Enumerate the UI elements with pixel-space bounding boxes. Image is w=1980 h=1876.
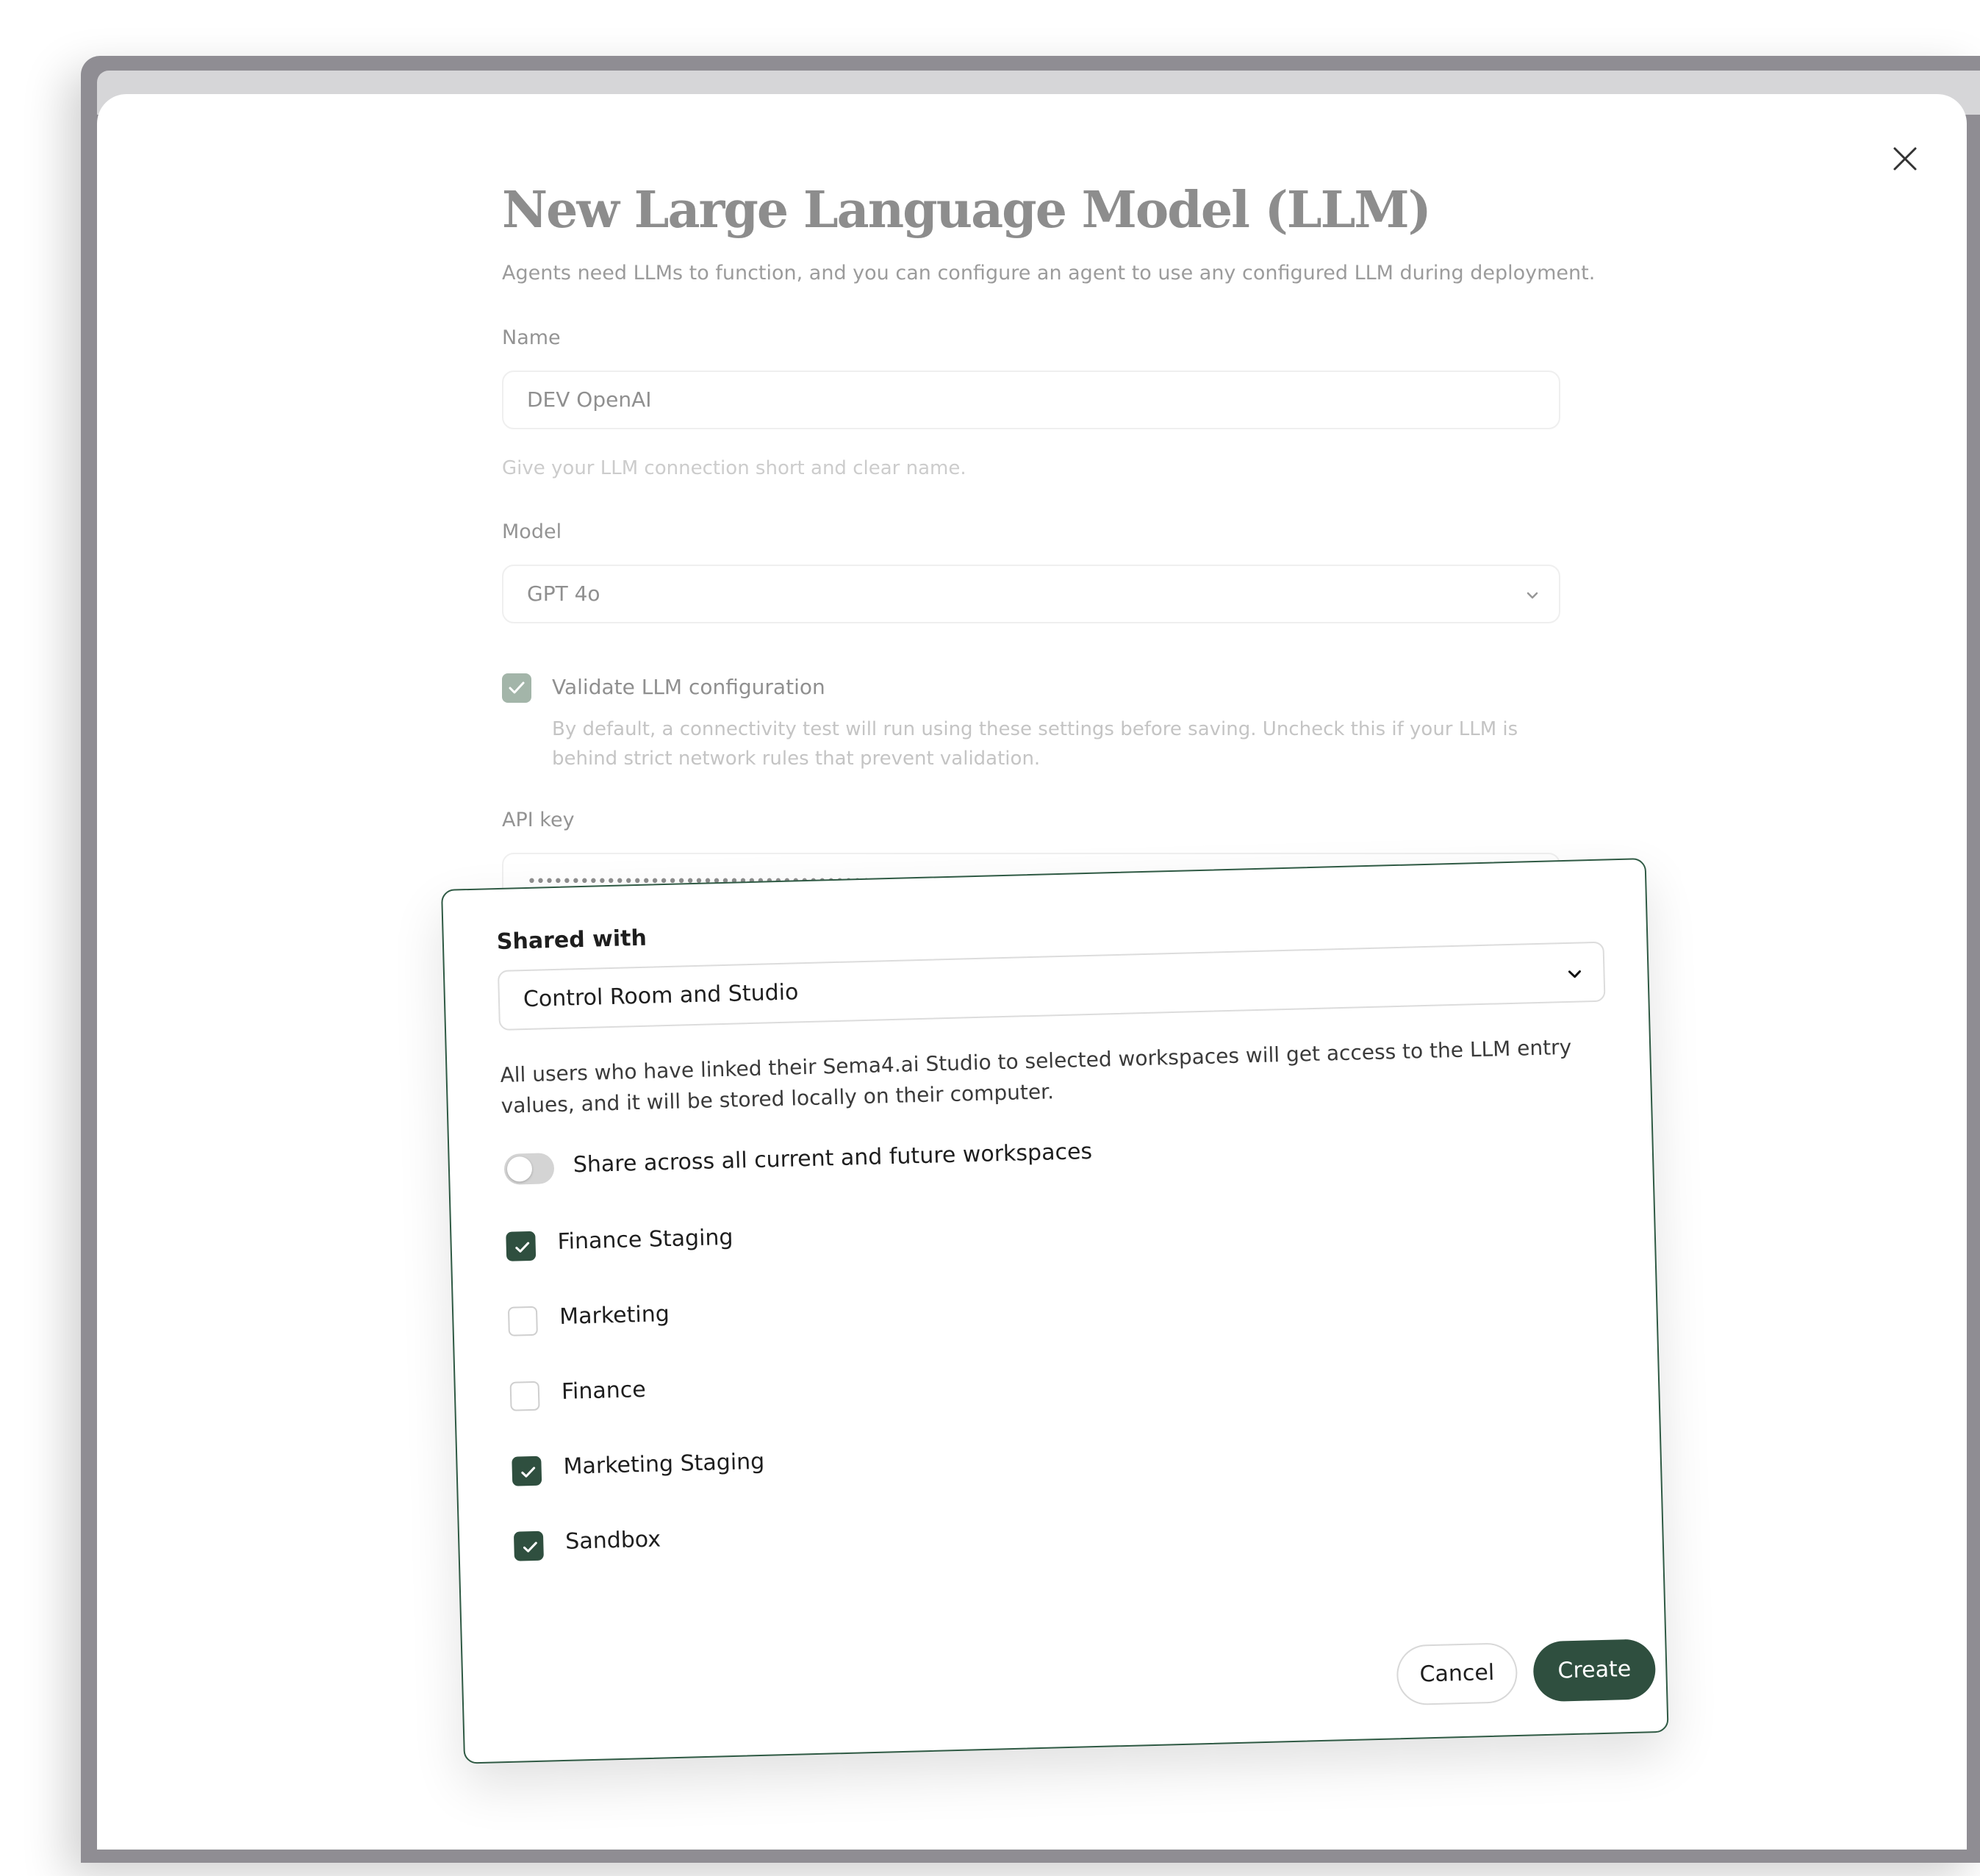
api-key-label: API key [502,809,575,831]
share-description: All users who have linked their Sema4.ai… [500,1034,1572,1118]
workspace-checkbox[interactable] [513,1530,544,1561]
chevron-down-icon [1568,970,1581,978]
validate-label: Validate LLM configuration [552,675,825,699]
workspace-checkbox[interactable] [509,1381,540,1411]
dialog-title: New Large Language Model (LLM) [502,181,1432,240]
workspace-label: Sandbox [564,1526,661,1555]
shared-with-label: Shared with [496,925,648,956]
workspace-checkbox[interactable] [512,1456,542,1486]
check-icon [509,681,525,694]
chevron-down-icon [1527,592,1538,599]
create-button[interactable]: Create [1532,1639,1657,1703]
validate-description: By default, a connectivity test will run… [552,718,1518,770]
name-hint: Give your LLM connection short and clear… [502,457,966,479]
cancel-button[interactable]: Cancel [1396,1642,1518,1706]
workspace-label: Finance Staging [557,1224,733,1256]
workspace-label: Marketing Staging [563,1448,765,1480]
model-select[interactable]: GPT 4o [502,565,1560,623]
workspace-item[interactable]: Finance [509,1377,646,1414]
check-icon [523,1542,537,1553]
model-label: Model [502,520,562,543]
workspace-label: Finance [561,1376,647,1405]
workspace-checkbox[interactable] [506,1231,537,1261]
workspace-checkbox[interactable] [507,1306,538,1336]
validate-checkbox[interactable] [502,673,531,703]
check-icon [515,1242,530,1253]
workspace-item[interactable]: Marketing [507,1301,670,1339]
name-input[interactable]: DEV OpenAI [502,370,1560,429]
dialog-subtitle: Agents need LLMs to function, and you ca… [502,262,1596,284]
model-value: GPT 4o [527,581,600,606]
shared-with-select[interactable]: Control Room and Studio [497,941,1606,1031]
share-panel: Shared with Control Room and Studio All … [441,858,1669,1764]
shared-with-value: Control Room and Studio [523,979,799,1013]
name-label: Name [502,326,561,349]
toggle-knob [506,1156,533,1182]
share-all-toggle[interactable] [503,1153,555,1185]
check-icon [521,1467,536,1478]
workspace-label: Marketing [559,1301,670,1330]
share-all-label: Share across all current and future work… [573,1138,1093,1178]
